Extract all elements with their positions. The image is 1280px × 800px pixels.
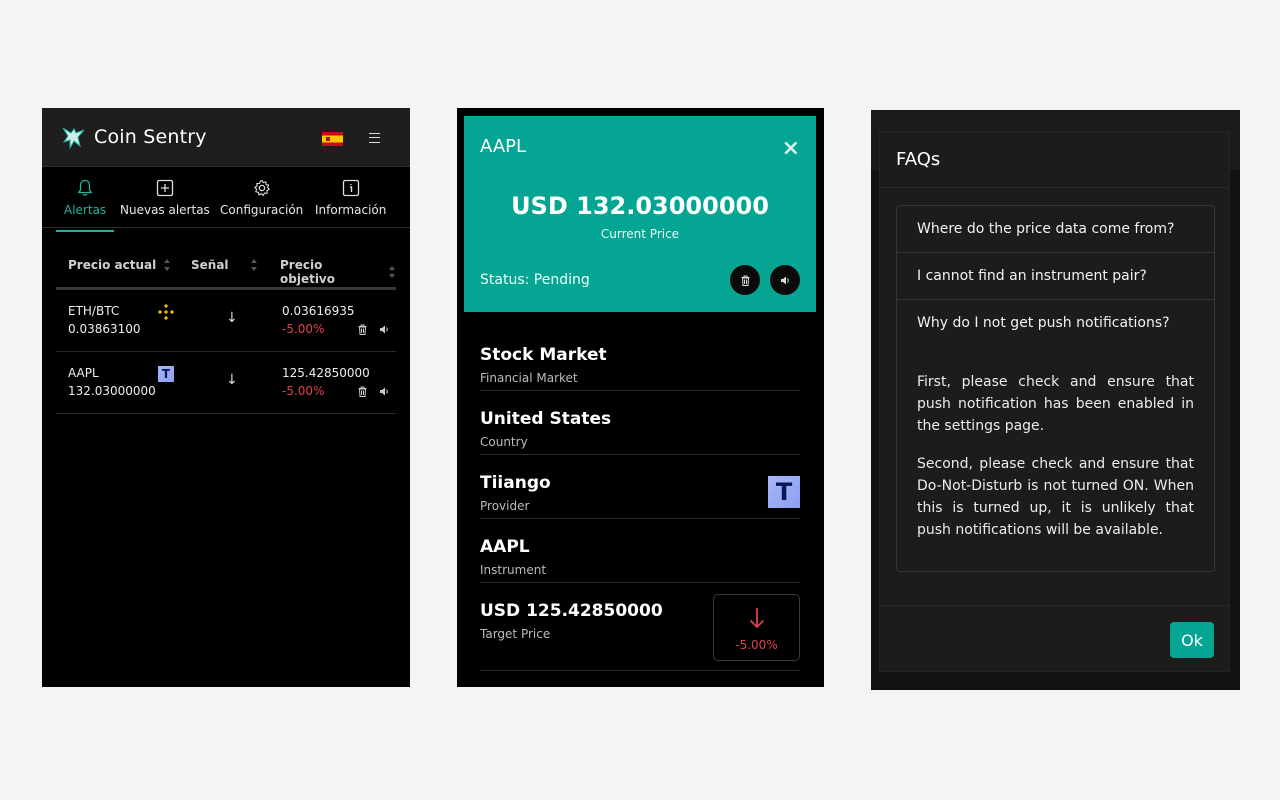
app-bar: Coin Sentry [42,108,410,167]
column-precio-objetivo[interactable]: Precio objetivo [280,258,396,286]
current-price-label: Current Price [600,227,680,241]
trash-icon [741,275,749,286]
faq-answer: First, please check and ensure that push… [897,347,1214,541]
target-price: 0.03616935 [282,304,355,318]
speaker-icon[interactable] [379,386,390,397]
pair-name: AAPL [68,366,99,380]
tab-label: Configuración [220,203,304,217]
answer-paragraph: First, please check and ensure that push… [917,374,1194,434]
target-price: 125.42850000 [282,366,370,380]
app-title: Coin Sentry [94,126,207,148]
signal-down-arrow: ↓ [226,372,238,388]
current-price-value: USD 132.03000000 [511,192,769,220]
speaker-icon[interactable] [379,324,390,335]
alerts-screen: Coin Sentry Alertas Nuevas alertas Confi… [42,108,410,687]
close-icon[interactable]: × [782,136,800,161]
faq-screen: FAQs Where do the price data come from? … [871,110,1240,690]
dragon-logo-icon [62,127,85,150]
faq-question[interactable]: Where do the price data come from? [897,206,1214,253]
alert-status: Status: Pending [480,272,590,288]
alert-detail-header: AAPL × USD 132.03000000 Current Price St… [464,116,816,312]
modal-title: FAQs [880,132,1229,188]
gear-icon [253,179,270,197]
answer-paragraph: Second, please check and ensure that Do-… [917,456,1194,538]
current-price: 132.03000000 [68,384,156,398]
tab-nuevas-alertas[interactable]: Nuevas alertas [120,179,210,217]
trash-icon[interactable] [357,386,368,397]
bell-icon [77,179,93,196]
tab-bar: Alertas Nuevas alertas Configuración Inf… [42,167,410,232]
detail-instrument: AAPL Instrument [480,519,800,583]
ok-button[interactable]: Ok [1170,622,1214,658]
trash-icon[interactable] [357,324,368,335]
detail-provider: Tiiango Provider T [480,455,800,519]
tab-label: Nuevas alertas [120,203,210,217]
detail-market: Stock Market Financial Market [480,327,800,391]
tiingo-icon: T [768,476,800,508]
hamburger-menu-icon[interactable] [369,133,380,143]
detail-target-price: USD 125.42850000 Target Price -5.00% [480,583,800,671]
target-change-box: -5.00% [713,594,800,661]
tab-label: Información [315,203,387,217]
faq-accordion: Where do the price data come from? I can… [896,205,1215,572]
spain-flag-icon[interactable] [322,132,343,146]
sort-icon [389,265,396,279]
tab-informacion[interactable]: Información [315,179,386,217]
modal-footer: Ok [880,605,1229,673]
column-senal[interactable]: Señal [191,258,258,272]
arrow-down-icon [749,608,765,629]
faq-modal: FAQs Where do the price data come from? … [879,131,1230,672]
binance-icon [158,304,174,320]
table-row[interactable]: ETH/BTC 0.03863100 ↓ 0.03616935 -5.00% [56,290,396,352]
delete-button[interactable] [730,265,760,295]
column-precio-actual[interactable]: Precio actual [68,258,171,272]
pair-name: ETH/BTC [68,304,120,318]
table-row[interactable]: AAPL 132.03000000 T ↓ 125.42850000 -5.00… [56,352,396,414]
sound-button[interactable] [770,265,800,295]
tiingo-icon: T [158,366,174,382]
tab-configuracion[interactable]: Configuración [220,179,303,217]
faq-question-expanded[interactable]: Why do I not get push notifications? [897,300,1214,347]
target-change: -5.00% [282,322,325,336]
tab-alertas[interactable]: Alertas [55,179,115,232]
speaker-icon [780,276,789,284]
current-price: 0.03863100 [68,322,141,336]
info-icon [342,179,359,197]
plus-square-icon [156,179,174,197]
sort-icon [250,258,258,272]
detail-country: United States Country [480,391,800,455]
sort-icon [164,258,171,272]
instrument-symbol: AAPL [480,136,527,157]
alert-detail-screen: AAPL × USD 132.03000000 Current Price St… [457,108,824,687]
signal-down-arrow: ↓ [226,310,238,326]
tab-label: Alertas [64,203,107,217]
target-change-percent: -5.00% [735,638,778,652]
table-header: Precio actual Señal Precio objetivo [56,256,396,290]
faq-question[interactable]: I cannot find an instrument pair? [897,253,1214,300]
